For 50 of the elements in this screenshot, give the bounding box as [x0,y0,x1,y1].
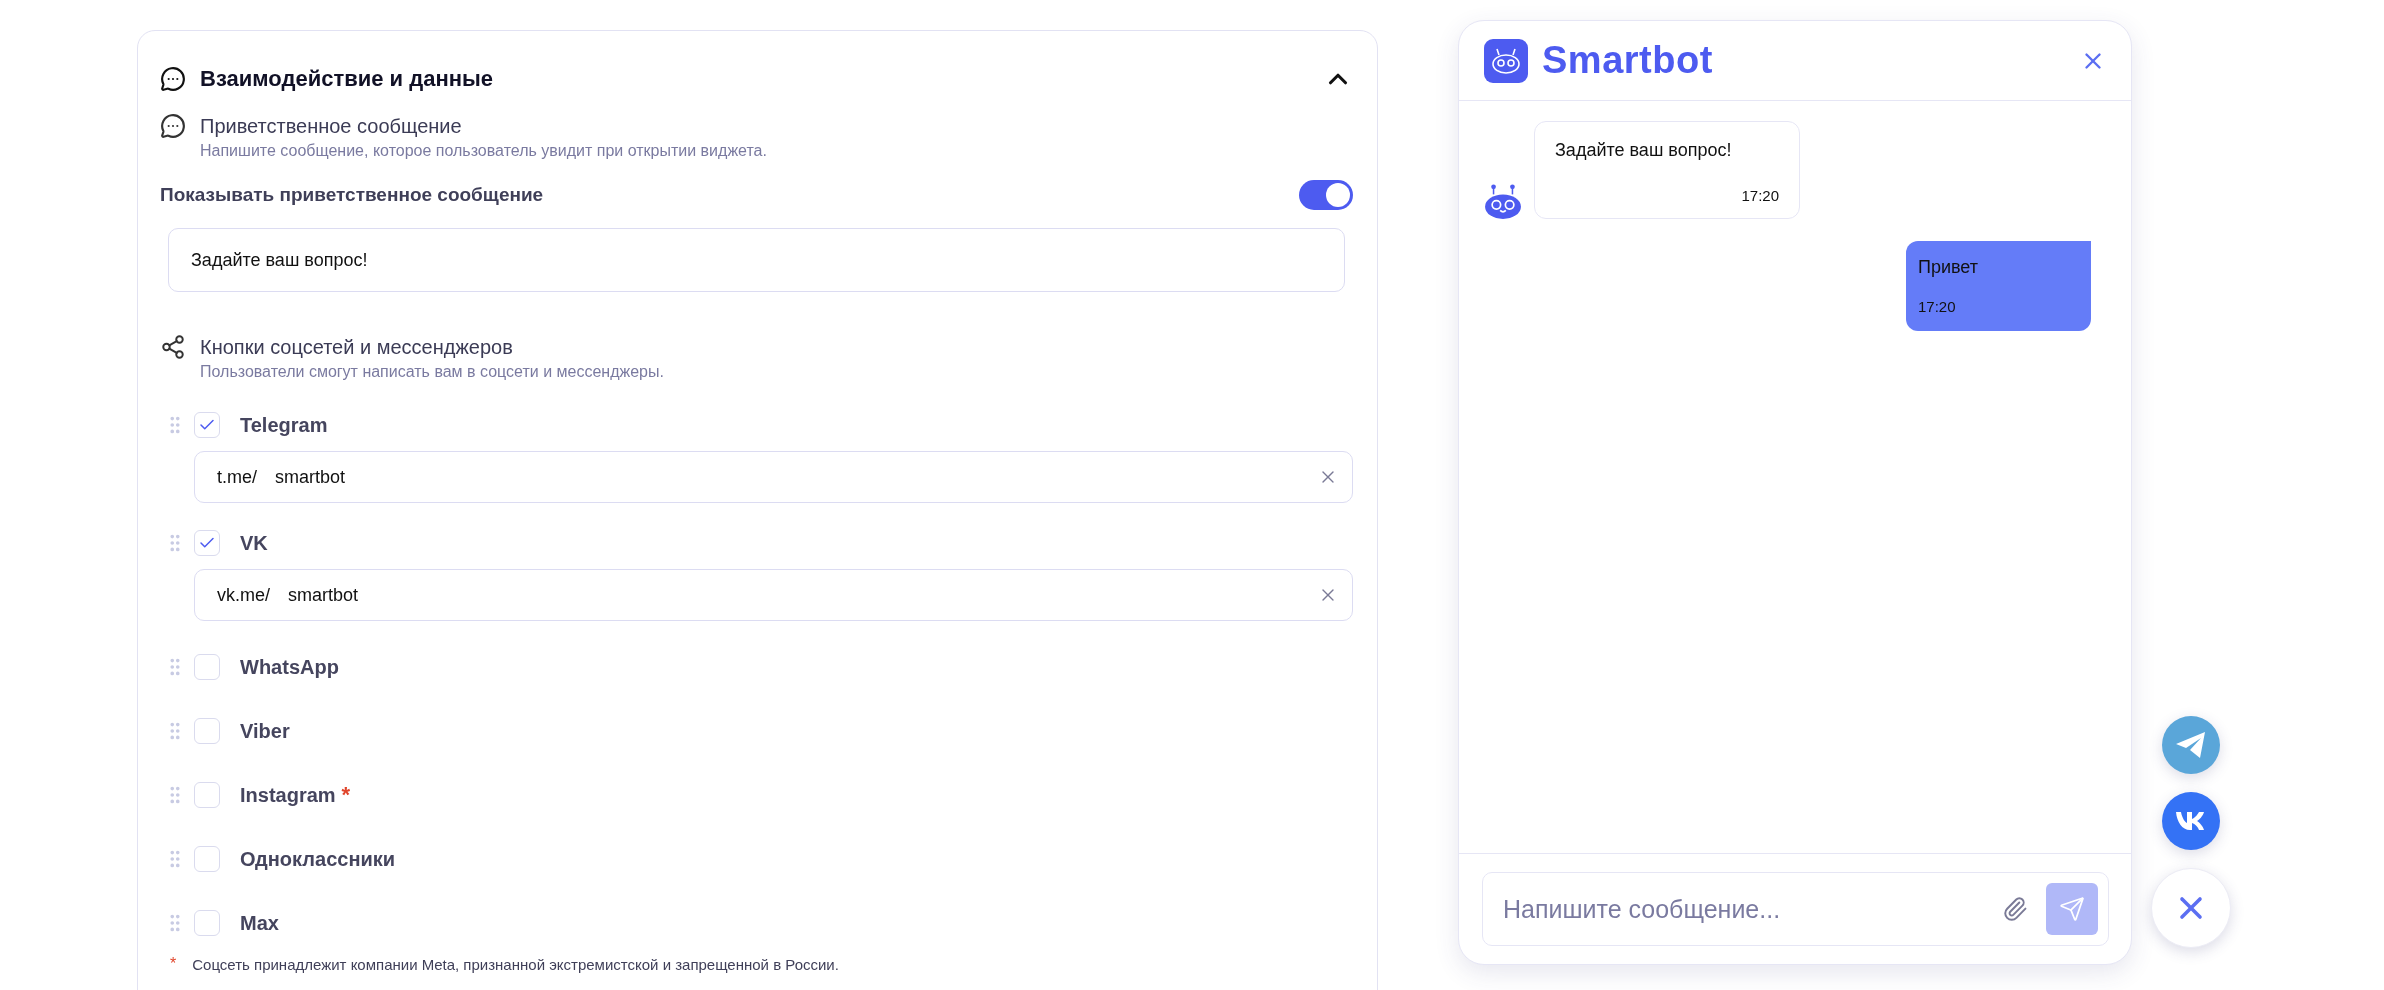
message-field[interactable]: Напишите сообщение... [1482,872,2109,946]
socials-description: Пользователи смогут написать вам в соцсети и мессенджеры. [200,363,664,381]
paper-plane-icon [2175,731,2207,759]
asterisk-mark: * [170,955,177,973]
brand-name: Smartbot [1542,39,1714,82]
link-input[interactable]: vk.me/ smartbot [194,569,1353,621]
link-value: smartbot [288,584,360,606]
paperclip-icon [2002,896,2028,922]
checkbox[interactable] [194,846,220,872]
social-label: WhatsApp [240,655,339,679]
social-label: Instagram [240,783,336,807]
telegram-button[interactable] [2162,716,2220,774]
checkbox[interactable] [194,412,220,438]
robot-avatar-icon [1484,184,1522,219]
checkbox[interactable] [194,718,220,744]
checkbox[interactable] [194,654,220,680]
robot-logo-icon [1484,38,1528,83]
social-label: VK [240,531,268,555]
checkbox[interactable] [194,782,220,808]
section-title: Взаимодействие и данные [200,66,494,92]
toggle-switch[interactable] [1299,180,1353,210]
message-time: 17:20 [1918,298,1957,315]
greeting-input[interactable]: Задайте ваш вопрос! [168,228,1345,292]
link-value: smartbot [275,466,347,488]
share-icon [160,334,186,360]
greeting-title: Приветственное сообщение [200,114,463,139]
send-button[interactable] [2046,883,2098,935]
social-label: Viber [240,719,290,743]
message-text: Задайте ваш вопрос! [1555,140,1733,161]
checkbox[interactable] [194,530,220,556]
social-label: Telegram [240,413,328,437]
social-label: Одноклассники [240,847,396,871]
link-prefix: t.me/ [217,466,257,488]
chat-bubble-icon [160,113,186,139]
social-label: Max [240,911,279,935]
vk-button[interactable] [2162,792,2220,850]
message-text: Привет [1918,257,1980,278]
chat-bubble-icon [160,66,186,92]
message-input[interactable]: Напишите сообщение... [1501,893,1984,925]
send-icon [2059,896,2085,922]
greeting-description: Напишите сообщение, которое пользователь увидит при открытии виджета. [200,142,767,160]
link-input[interactable]: t.me/ smartbot [194,451,1353,503]
asterisk-mark: * [341,782,351,808]
message-time: 17:20 [1740,187,1779,204]
footnote-text: Соцсеть принадлежит компании Meta, признанной экстремистской и запрещенной в России. [192,955,839,973]
socials-title: Кнопки соцсетей и мессенджеров [200,335,514,360]
toggle-label: Показывать приветственное сообщение [160,184,544,206]
link-prefix: vk.me/ [217,584,270,606]
attach-button[interactable] [2002,896,2028,922]
checkbox[interactable] [194,910,220,936]
